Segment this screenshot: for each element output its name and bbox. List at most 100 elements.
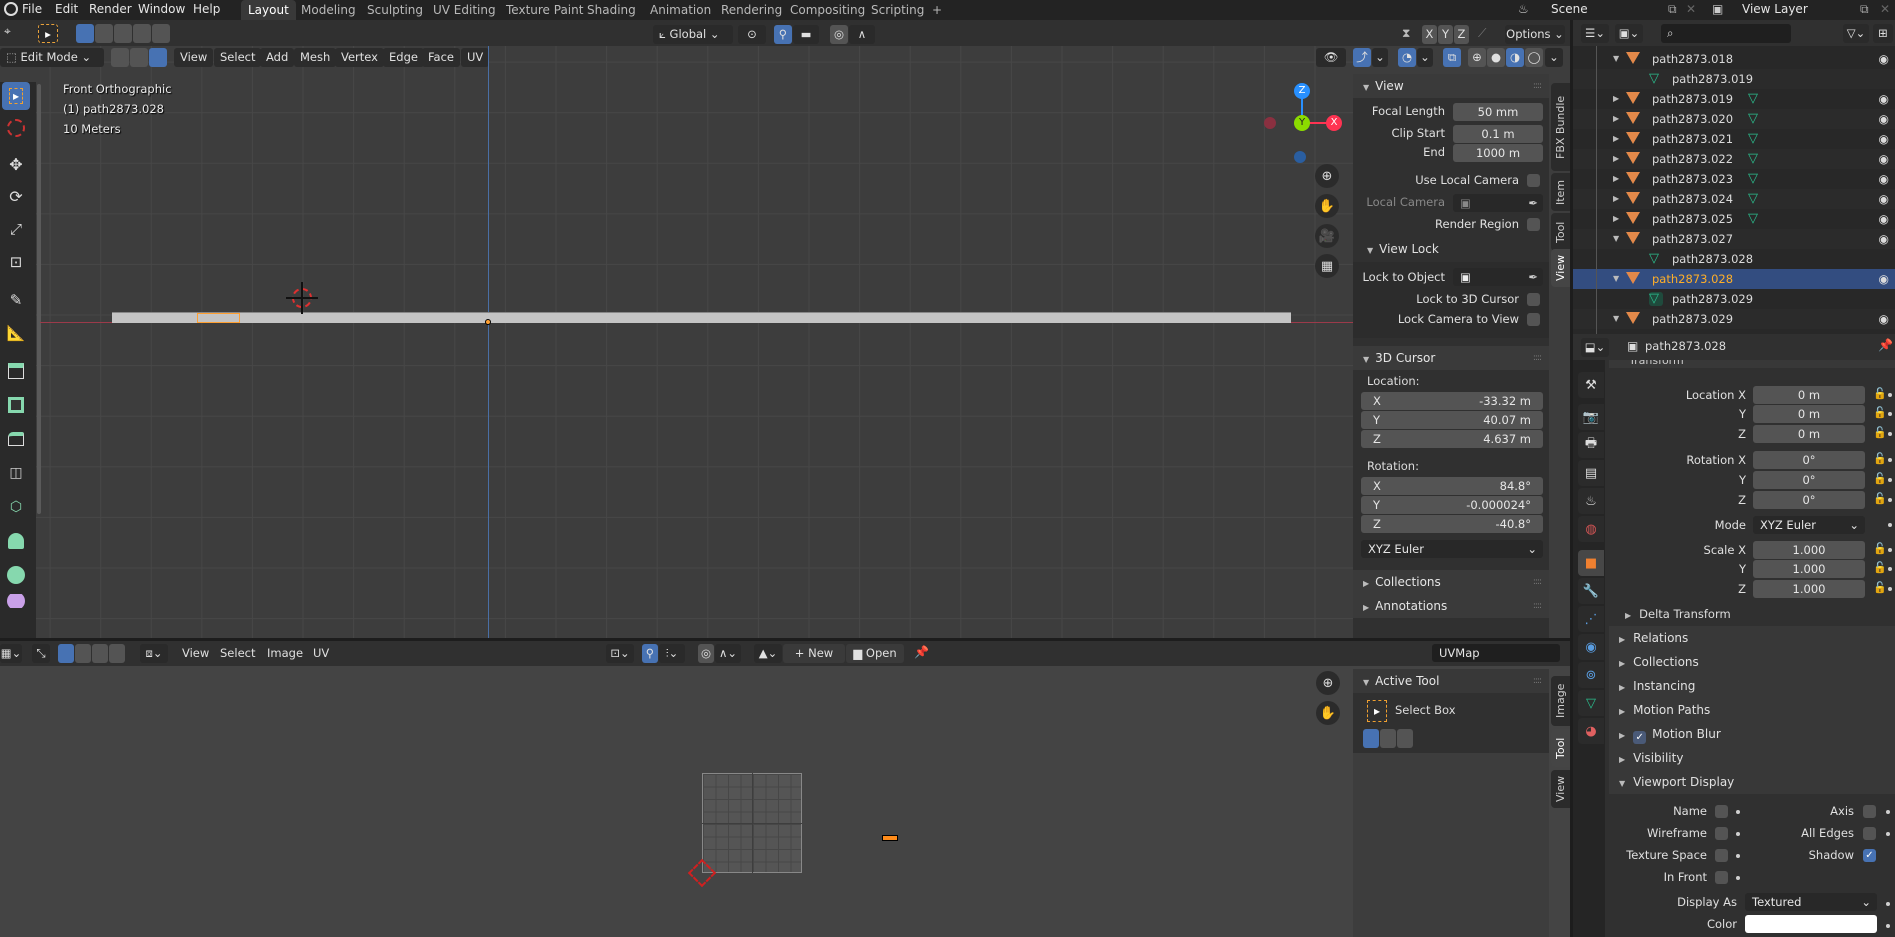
transform-section-header[interactable]: Transform	[1609, 360, 1895, 368]
expand-arrow-icon[interactable]: ▶	[1613, 169, 1619, 189]
all-edges-checkbox[interactable]	[1863, 827, 1876, 840]
clip-end-field[interactable]: 1000 m	[1453, 144, 1543, 162]
rotation-y-field[interactable]: 0°	[1753, 471, 1865, 489]
object-name[interactable]: path2873.018	[1652, 49, 1733, 69]
render-region-checkbox[interactable]	[1527, 218, 1540, 231]
cursor-rotation-z[interactable]: Z -40.8°	[1361, 515, 1543, 533]
tool-bevel[interactable]	[2, 425, 30, 453]
uv-sticky-selection-dropdown[interactable]: ⧈⌄	[140, 644, 168, 663]
uv-select-mode-vertex[interactable]	[58, 644, 74, 663]
uv-tool-mode-new[interactable]	[1363, 729, 1379, 748]
view-panel-header[interactable]: ▼ View::::	[1353, 74, 1549, 98]
select-mode-extend[interactable]	[95, 24, 113, 43]
eye-icon[interactable]: ◉	[1879, 129, 1889, 149]
eye-icon[interactable]: ◉	[1879, 49, 1889, 69]
snap-target-dropdown[interactable]: ▬	[793, 25, 819, 44]
mesh-data-icon[interactable]: ▽	[1748, 192, 1762, 206]
outliner-mesh-data-row[interactable]: ▽ path2873.029	[1573, 289, 1895, 309]
keyframe-dot[interactable]	[1888, 498, 1892, 502]
uv-snap-target-dropdown[interactable]: ⫶⌄	[659, 644, 685, 663]
show-axis-checkbox[interactable]	[1863, 805, 1876, 818]
texture-space-checkbox[interactable]	[1715, 849, 1728, 862]
pivot-point-dropdown[interactable]: ⊙	[738, 25, 766, 44]
collapse-arrow-icon[interactable]: ▼	[1613, 309, 1619, 329]
pan-view-button[interactable]: ✋	[1315, 194, 1339, 218]
outliner-object-row[interactable]: ▶ path2873.021 ▽ ◉	[1573, 129, 1895, 149]
view-lock-header[interactable]: ▼ View Lock	[1367, 242, 1439, 256]
keyframe-dot[interactable]	[1736, 854, 1740, 858]
object-icon[interactable]	[1626, 52, 1640, 64]
options-dropdown[interactable]: Options ⌄	[1505, 25, 1565, 44]
outliner-mesh-data-row[interactable]: ▽ path2873.028	[1573, 249, 1895, 269]
blender-logo-icon[interactable]	[4, 2, 18, 16]
motion-blur-checkbox[interactable]: ✓	[1633, 731, 1647, 744]
uv-select-mode-island[interactable]	[109, 644, 125, 663]
tool-loop-cut[interactable]: ◫	[2, 459, 30, 487]
editor-type-icon[interactable]: ⌖	[4, 24, 11, 39]
remove-view-layer-icon[interactable]: ✕	[1880, 2, 1890, 16]
uv-editor-type-dropdown[interactable]: ▦⌄	[0, 644, 22, 663]
filter-dropdown[interactable]: ▽⌄	[1843, 24, 1869, 43]
open-image-button[interactable]: ▆ Open	[846, 644, 904, 663]
mirror-y-toggle[interactable]: Y	[1438, 25, 1453, 44]
uv-menu-image[interactable]: Image	[261, 644, 309, 663]
tool-inset-faces[interactable]	[2, 391, 30, 419]
vertical-area-divider[interactable]	[1570, 20, 1573, 937]
keyframe-dot[interactable]	[1888, 523, 1892, 527]
keyframe-dot[interactable]	[1888, 478, 1892, 482]
select-mode-new[interactable]	[76, 24, 94, 43]
eye-icon[interactable]: ◉	[1879, 169, 1889, 189]
object-icon[interactable]	[1626, 132, 1640, 144]
cursor-rotation-mode-dropdown[interactable]: XYZ Euler ⌄	[1361, 540, 1543, 558]
zoom-view-button[interactable]: ⊕	[1315, 164, 1339, 188]
keyframe-dot[interactable]	[1886, 832, 1890, 836]
outliner-object-row[interactable]: ▶ path2873.023 ▽ ◉	[1573, 169, 1895, 189]
outliner-object-row[interactable]: ▼ path2873.028 ◉	[1573, 269, 1895, 289]
n-tab-fbx-bundle[interactable]: FBX Bundle	[1551, 83, 1571, 171]
scale-z-field[interactable]: 1.000	[1753, 580, 1865, 598]
keyframe-dot[interactable]	[1888, 412, 1892, 416]
gizmo-dropdown[interactable]: ⌄	[1372, 48, 1388, 67]
lock-icon[interactable]: 🔓	[1873, 426, 1887, 439]
lock-camera-to-view-checkbox[interactable]	[1527, 313, 1540, 326]
scene-icon[interactable]: ♨	[1518, 2, 1529, 16]
uv-menu-view[interactable]: View	[176, 644, 215, 663]
location-x-field[interactable]: 0 m	[1753, 386, 1865, 404]
outliner-object-row[interactable]: ▼ path2873.018 ◉	[1573, 49, 1895, 69]
gizmo-y-axis[interactable]: Y	[1294, 115, 1310, 131]
3d-viewport[interactable]: ⌖ ▸ ⟀ Global ⌄ ⊙ ⚲ ▬ ◎ ∧ ⧗ X Y Z ⟋ Optio…	[0, 20, 1571, 638]
object-name[interactable]: path2873.021	[1652, 129, 1733, 149]
shading-solid[interactable]: ●	[1487, 48, 1505, 67]
object-name[interactable]: path2873.025	[1652, 209, 1733, 229]
collapse-arrow-icon[interactable]: ▼	[1613, 229, 1619, 249]
collections-section[interactable]: ▶ Collections	[1609, 650, 1895, 674]
mesh-data-icon[interactable]: ▽	[1748, 152, 1762, 166]
scale-y-field[interactable]: 1.000	[1753, 560, 1865, 578]
collapse-arrow-icon[interactable]: ▼	[1613, 49, 1619, 69]
mirror-x-toggle[interactable]: X	[1422, 25, 1437, 44]
mesh-data-icon[interactable]: ▽	[1748, 92, 1762, 106]
object-icon[interactable]	[1626, 112, 1640, 124]
expand-arrow-icon[interactable]: ▶	[1613, 209, 1619, 229]
color-swatch[interactable]	[1745, 915, 1877, 933]
lock-icon[interactable]: 🔓	[1873, 452, 1887, 465]
filter-view-dropdown[interactable]: ▣⌄	[1615, 24, 1643, 43]
eye-icon[interactable]: ◉	[1879, 149, 1889, 169]
mirror-icon[interactable]: ⧗	[1402, 26, 1410, 41]
uv-sync-selection-toggle[interactable]: ⤡	[32, 644, 50, 663]
gizmo-toggle[interactable]: ⤴	[1353, 48, 1371, 67]
overlay-toggle[interactable]: ◔	[1398, 48, 1416, 67]
eye-icon[interactable]: ◉	[1879, 189, 1889, 209]
menu-uv[interactable]: UV	[461, 48, 490, 67]
uv-proportional-toggle[interactable]: ◎	[698, 644, 714, 663]
xray-toggle[interactable]: ⧉	[1443, 48, 1461, 67]
lock-icon[interactable]: 🔓	[1873, 387, 1887, 400]
select-mode-intersect[interactable]	[152, 24, 170, 43]
new-view-layer-icon[interactable]: ⧉	[1860, 2, 1869, 17]
tool-poly-build[interactable]	[2, 527, 30, 555]
gizmo-x-axis[interactable]: X	[1326, 115, 1342, 131]
new-collection-button[interactable]: ⊞	[1873, 24, 1893, 43]
in-front-checkbox[interactable]	[1715, 871, 1728, 884]
pin-icon[interactable]: 📌	[1878, 338, 1893, 352]
keyframe-dot[interactable]	[1736, 810, 1740, 814]
